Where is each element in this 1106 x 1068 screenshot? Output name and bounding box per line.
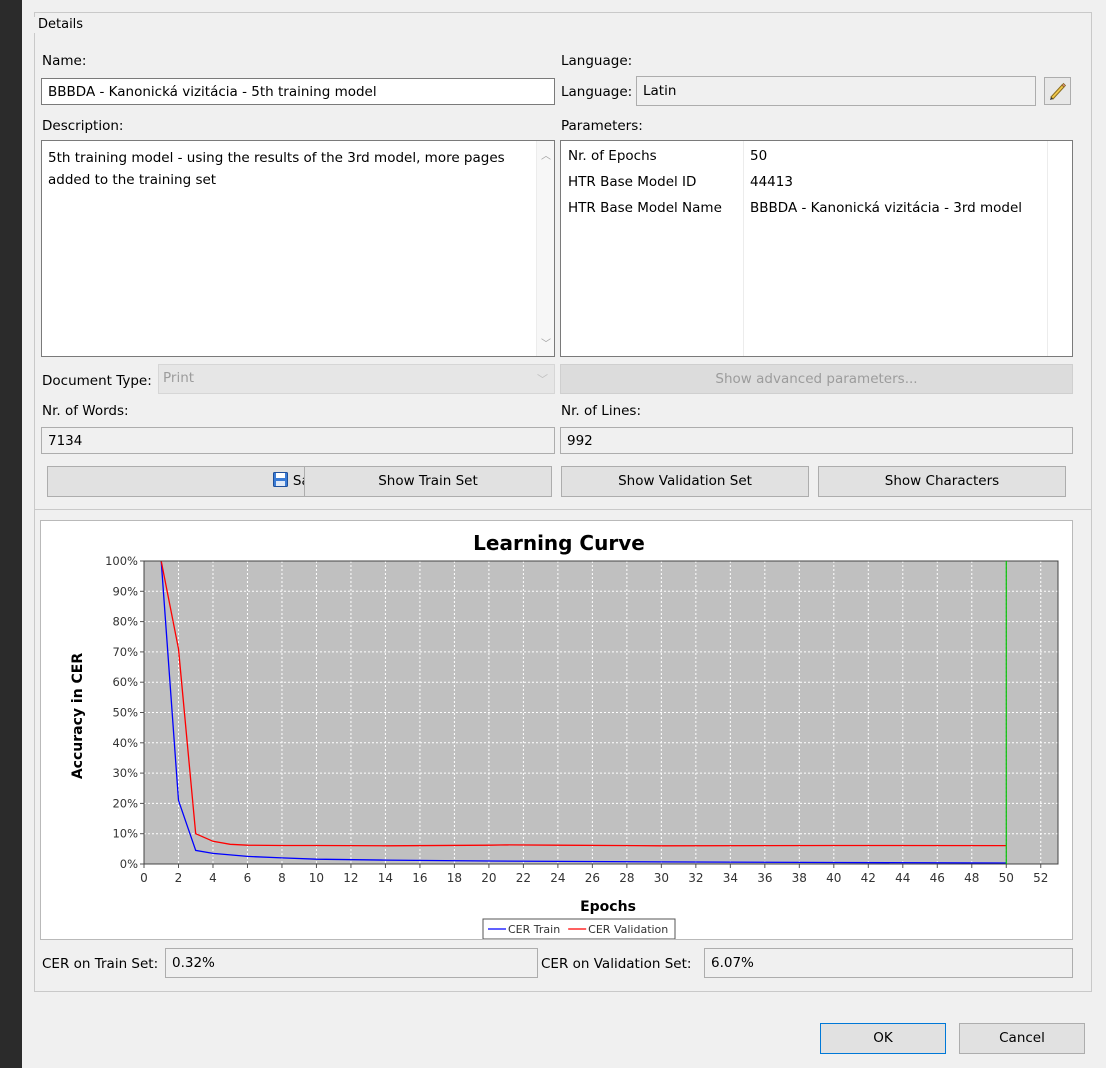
x-tick-label: 38: [792, 871, 807, 885]
x-tick-label: 48: [964, 871, 979, 885]
y-tick-label: 40%: [112, 736, 138, 750]
x-tick-label: 28: [619, 871, 634, 885]
legend-entry: CER Validation: [588, 923, 668, 936]
ok-button[interactable]: OK: [820, 1023, 946, 1054]
param-value: 44413: [750, 174, 793, 190]
cancel-button[interactable]: Cancel: [959, 1023, 1085, 1054]
parameters-column-divider-2: [1047, 141, 1048, 356]
divider: [34, 509, 1092, 510]
name-label: Name:: [42, 53, 87, 69]
x-tick-label: 46: [930, 871, 945, 885]
table-row[interactable]: HTR Base Model Name BBBDA - Kanonická vi…: [568, 195, 1022, 221]
x-tick-label: 12: [343, 871, 358, 885]
y-tick-label: 70%: [112, 645, 138, 659]
parameters-table[interactable]: Nr. of Epochs 50 HTR Base Model ID 44413…: [560, 140, 1073, 357]
y-axis-label: Accuracy in CER: [70, 653, 86, 780]
show-advanced-parameters-button[interactable]: Show advanced parameters...: [560, 364, 1073, 394]
description-text: 5th training model - using the results o…: [48, 150, 505, 188]
cer-validation-label: CER on Validation Set:: [541, 956, 692, 972]
x-tick-label: 52: [1033, 871, 1048, 885]
x-tick-label: 10: [309, 871, 324, 885]
description-textarea[interactable]: 5th training model - using the results o…: [41, 140, 555, 357]
x-axis-label: Epochs: [580, 899, 636, 915]
x-tick-label: 44: [895, 871, 910, 885]
x-tick-label: 18: [447, 871, 462, 885]
x-tick-label: 24: [550, 871, 565, 885]
x-tick-label: 2: [175, 871, 183, 885]
name-field[interactable]: BBBDA - Kanonická vizitácia - 5th traini…: [41, 78, 555, 105]
pencil-icon: [1050, 82, 1067, 100]
x-tick-label: 6: [244, 871, 252, 885]
description-label: Description:: [42, 118, 124, 134]
document-type-label: Document Type:: [42, 373, 152, 389]
lines-field: 992: [560, 427, 1073, 454]
parameters-label: Parameters:: [561, 118, 643, 134]
show-characters-button[interactable]: Show Characters: [818, 466, 1066, 497]
y-tick-label: 60%: [112, 675, 138, 689]
param-key: HTR Base Model Name: [568, 200, 722, 216]
edit-language-button[interactable]: [1044, 77, 1071, 105]
legend-entry: CER Train: [508, 923, 560, 936]
x-tick-label: 22: [516, 871, 531, 885]
cer-train-label: CER on Train Set:: [42, 956, 159, 972]
y-tick-label: 50%: [112, 706, 138, 720]
x-tick-label: 40: [826, 871, 841, 885]
param-key: Nr. of Epochs: [568, 148, 657, 164]
learning-curve-chart: Learning Curve 0 2 4 6 8 10 12 14 16 18 20 22 24 26 28…: [70, 531, 1059, 940]
x-tick-label: 14: [378, 871, 393, 885]
chevron-down-icon: ﹀: [537, 373, 548, 386]
x-tick-label: 32: [688, 871, 703, 885]
y-tick-label: 30%: [112, 766, 138, 780]
x-tick-label: 30: [654, 871, 669, 885]
description-scrollbar[interactable]: ︿ ﹀: [536, 141, 554, 356]
y-tick-label: 20%: [112, 796, 138, 810]
y-tick-label: 0%: [120, 857, 138, 871]
scroll-down-icon: ﹀: [541, 339, 551, 350]
parameters-rows: Nr. of Epochs 50 HTR Base Model ID 44413…: [568, 143, 1022, 221]
x-tick-label: 8: [278, 871, 286, 885]
x-tick-label: 16: [412, 871, 427, 885]
table-row[interactable]: HTR Base Model ID 44413: [568, 169, 1022, 195]
param-key: HTR Base Model ID: [568, 174, 697, 190]
x-tick-label: 34: [723, 871, 738, 885]
x-tick-label: 4: [209, 871, 217, 885]
document-type-value: Print: [163, 370, 195, 386]
chart-title: Learning Curve: [473, 531, 645, 555]
cer-validation-field: 6.07%: [704, 948, 1073, 978]
y-tick-label: 80%: [112, 615, 138, 629]
param-value: BBBDA - Kanonická vizitácia - 3rd model: [750, 200, 1023, 216]
chart-legend: CER Train CER Validation: [482, 918, 676, 940]
x-tick-label: 20: [481, 871, 496, 885]
document-type-select[interactable]: Print ﹀: [158, 364, 555, 394]
x-tick-label: 50: [999, 871, 1014, 885]
cer-train-field: 0.32%: [165, 948, 538, 978]
language-section-label: Language:: [561, 53, 633, 69]
y-tick-label: 10%: [112, 827, 138, 841]
y-tick-label: 100%: [105, 554, 138, 568]
floppy-disk-icon: [272, 472, 288, 487]
details-group-title: Details: [34, 17, 88, 33]
table-row[interactable]: Nr. of Epochs 50: [568, 143, 1022, 169]
scroll-up-icon: ︿: [541, 151, 551, 162]
show-train-set-button[interactable]: Show Train Set: [304, 466, 552, 497]
x-tick-label: 0: [140, 871, 148, 885]
model-details-dialog: Details Name: BBBDA - Kanonická vizitáci…: [22, 0, 1106, 1068]
x-tick-label: 36: [757, 871, 772, 885]
y-tick-label: 90%: [112, 584, 138, 598]
lines-label: Nr. of Lines:: [561, 403, 642, 419]
words-label: Nr. of Words:: [42, 403, 129, 419]
language-field-label: Language:: [561, 84, 633, 100]
language-field: Latin: [636, 76, 1036, 106]
learning-curve-panel: Learning Curve 0 2 4 6 8 10 12 14 16 18 20 22 24 26 28…: [40, 520, 1073, 940]
x-tick-label: 42: [861, 871, 876, 885]
param-value: 50: [750, 148, 768, 164]
words-field: 7134: [41, 427, 555, 454]
x-tick-label: 26: [585, 871, 600, 885]
show-validation-set-button[interactable]: Show Validation Set: [561, 466, 809, 497]
